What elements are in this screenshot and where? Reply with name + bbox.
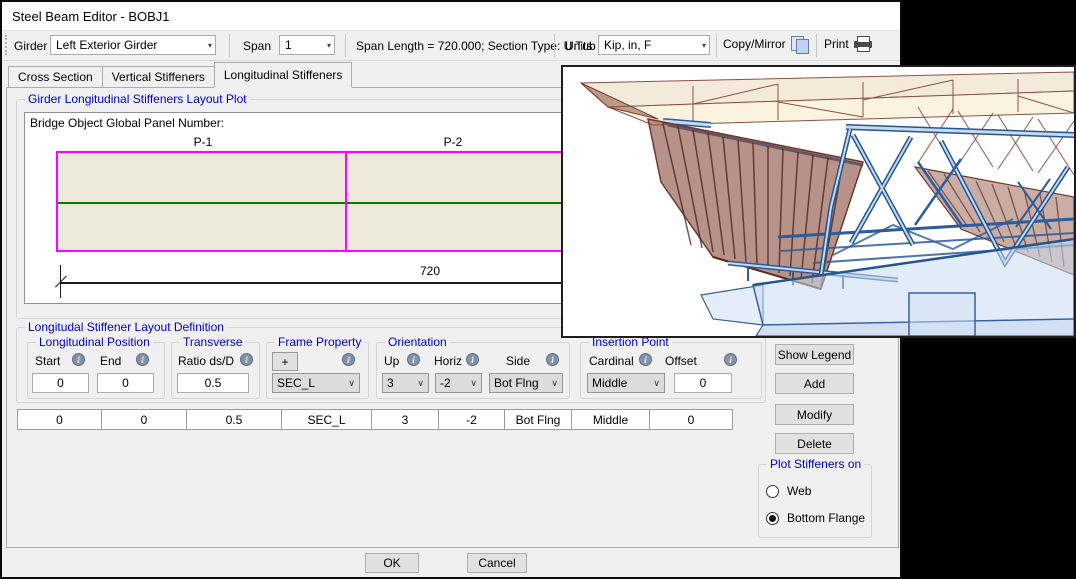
side-select[interactable]: Bot Flng ∨ xyxy=(489,373,563,393)
horiz-select[interactable]: -2 ∨ xyxy=(435,373,482,393)
chevron-down-icon: ▾ xyxy=(208,41,212,50)
span-dimension-value: 720 xyxy=(408,264,452,278)
toolbar-grip[interactable] xyxy=(5,35,10,55)
frame-property-info-icon[interactable]: i xyxy=(342,353,355,366)
cell-offset: 0 xyxy=(650,409,733,430)
up-select[interactable]: 3 ∨ xyxy=(382,373,429,393)
show-legend-button[interactable]: Show Legend xyxy=(775,344,854,365)
radio-circle-icon xyxy=(766,512,779,525)
modify-button[interactable]: Modify xyxy=(775,404,854,425)
frame-property-title: Frame Property xyxy=(275,335,364,349)
cell-ratio: 0.5 xyxy=(187,409,282,430)
chevron-down-icon: ▾ xyxy=(702,41,706,50)
panel-label-p2: P-2 xyxy=(423,135,483,149)
cell-end: 0 xyxy=(102,409,187,430)
title-bar: Steel Beam Editor - BOBJ1 xyxy=(2,2,900,31)
panel-number-caption: Bridge Object Global Panel Number: xyxy=(30,116,224,130)
cell-horiz: -2 xyxy=(439,409,505,430)
tab-strip: Cross Section Vertical Stiffeners Longit… xyxy=(8,63,351,87)
separator xyxy=(229,34,230,57)
chevron-down-icon: ▾ xyxy=(327,41,331,50)
span-select[interactable]: 1 ▾ xyxy=(279,35,335,55)
orientation-title: Orientation xyxy=(385,335,450,349)
units-label: Units xyxy=(565,39,592,53)
tab-vertical-stiffeners[interactable]: Vertical Stiffeners xyxy=(102,66,215,87)
span-status-text: Span Length = 720.000; Section Type: U T… xyxy=(356,39,596,53)
offset-field[interactable] xyxy=(674,373,732,393)
girder-select[interactable]: Left Exterior Girder ▾ xyxy=(50,35,216,55)
delete-button[interactable]: Delete xyxy=(775,433,854,454)
start-info-icon[interactable]: i xyxy=(72,353,85,366)
print-button[interactable]: Print xyxy=(824,36,874,51)
transverse-title: Transverse xyxy=(180,335,246,349)
chevron-down-icon: ∨ xyxy=(653,378,660,389)
ratio-field[interactable] xyxy=(177,373,249,393)
radio-circle-icon xyxy=(766,485,779,498)
cardinal-label: Cardinal xyxy=(589,354,634,368)
cell-frame-property: SEC_L xyxy=(282,409,372,430)
start-label: Start xyxy=(35,354,60,368)
side-info-icon[interactable]: i xyxy=(546,353,559,366)
panel-label-p1: P-1 xyxy=(173,135,233,149)
plot-stiffeners-on-title: Plot Stiffeners on xyxy=(767,457,864,471)
chevron-down-icon: ∨ xyxy=(470,378,477,389)
offset-info-icon[interactable]: i xyxy=(724,353,737,366)
cell-up: 3 xyxy=(372,409,439,430)
ratio-info-icon[interactable]: i xyxy=(240,353,253,366)
bridge-3d-render xyxy=(563,67,1074,336)
add-frame-property-button[interactable]: + xyxy=(272,352,298,371)
radio-bottom-flange[interactable]: Bottom Flange xyxy=(766,511,865,525)
cell-start: 0 xyxy=(17,409,102,430)
frame-property-select[interactable]: SEC_L ∨ xyxy=(272,373,360,393)
toolbar: Girder Left Exterior Girder ▾ Span 1 ▾ S… xyxy=(2,31,900,61)
copy-pages-icon xyxy=(791,36,810,52)
plot-group-title: Girder Longitudinal Stiffeners Layout Pl… xyxy=(25,92,250,106)
horiz-info-icon[interactable]: i xyxy=(466,353,479,366)
start-field[interactable] xyxy=(32,373,89,393)
ratio-label: Ratio ds/D xyxy=(178,354,234,368)
offset-label: Offset xyxy=(665,354,697,368)
separator xyxy=(716,34,717,57)
separator xyxy=(554,34,555,57)
definition-group-title: Longitudal Stiffener Layout Definition xyxy=(25,320,227,334)
chevron-down-icon: ∨ xyxy=(551,378,558,389)
end-field[interactable] xyxy=(97,373,154,393)
tab-cross-section[interactable]: Cross Section xyxy=(8,66,103,87)
add-button[interactable]: Add xyxy=(775,373,854,394)
separator xyxy=(816,34,817,57)
cardinal-info-icon[interactable]: i xyxy=(639,353,652,366)
girder-label: Girder xyxy=(14,39,47,53)
units-select[interactable]: Kip, in, F ▾ xyxy=(598,35,710,55)
side-label: Side xyxy=(506,354,530,368)
tab-longitudinal-stiffeners[interactable]: Longitudinal Stiffeners xyxy=(214,62,353,88)
up-label: Up xyxy=(384,354,399,368)
screen: Steel Beam Editor - BOBJ1 Girder Left Ex… xyxy=(0,0,1076,579)
printer-icon xyxy=(854,36,874,51)
end-info-icon[interactable]: i xyxy=(136,353,149,366)
copy-mirror-button[interactable]: Copy/Mirror xyxy=(723,36,810,52)
bridge-3d-view[interactable] xyxy=(561,65,1076,338)
horiz-label: Horiz xyxy=(434,354,462,368)
stiffener-table-row[interactable]: 0 0 0.5 SEC_L 3 -2 Bot Flng Middle 0 xyxy=(17,409,733,430)
chevron-down-icon: ∨ xyxy=(417,378,424,389)
plot-stiffeners-on-group: Plot Stiffeners on xyxy=(758,464,872,538)
radio-web[interactable]: Web xyxy=(766,484,811,498)
cell-side: Bot Flng xyxy=(505,409,572,430)
end-label: End xyxy=(100,354,121,368)
chevron-down-icon: ∨ xyxy=(348,378,355,389)
ok-button[interactable]: OK xyxy=(365,553,419,573)
separator xyxy=(345,34,346,57)
panel-divider xyxy=(345,153,347,250)
dialog-title: Steel Beam Editor - BOBJ1 xyxy=(12,9,170,24)
span-label: Span xyxy=(243,39,271,53)
cancel-button[interactable]: Cancel xyxy=(467,553,527,573)
cell-cardinal: Middle xyxy=(572,409,650,430)
longitudinal-position-title: Longitudinal Position xyxy=(36,335,153,349)
cardinal-select[interactable]: Middle ∨ xyxy=(587,373,665,393)
up-info-icon[interactable]: i xyxy=(407,353,420,366)
